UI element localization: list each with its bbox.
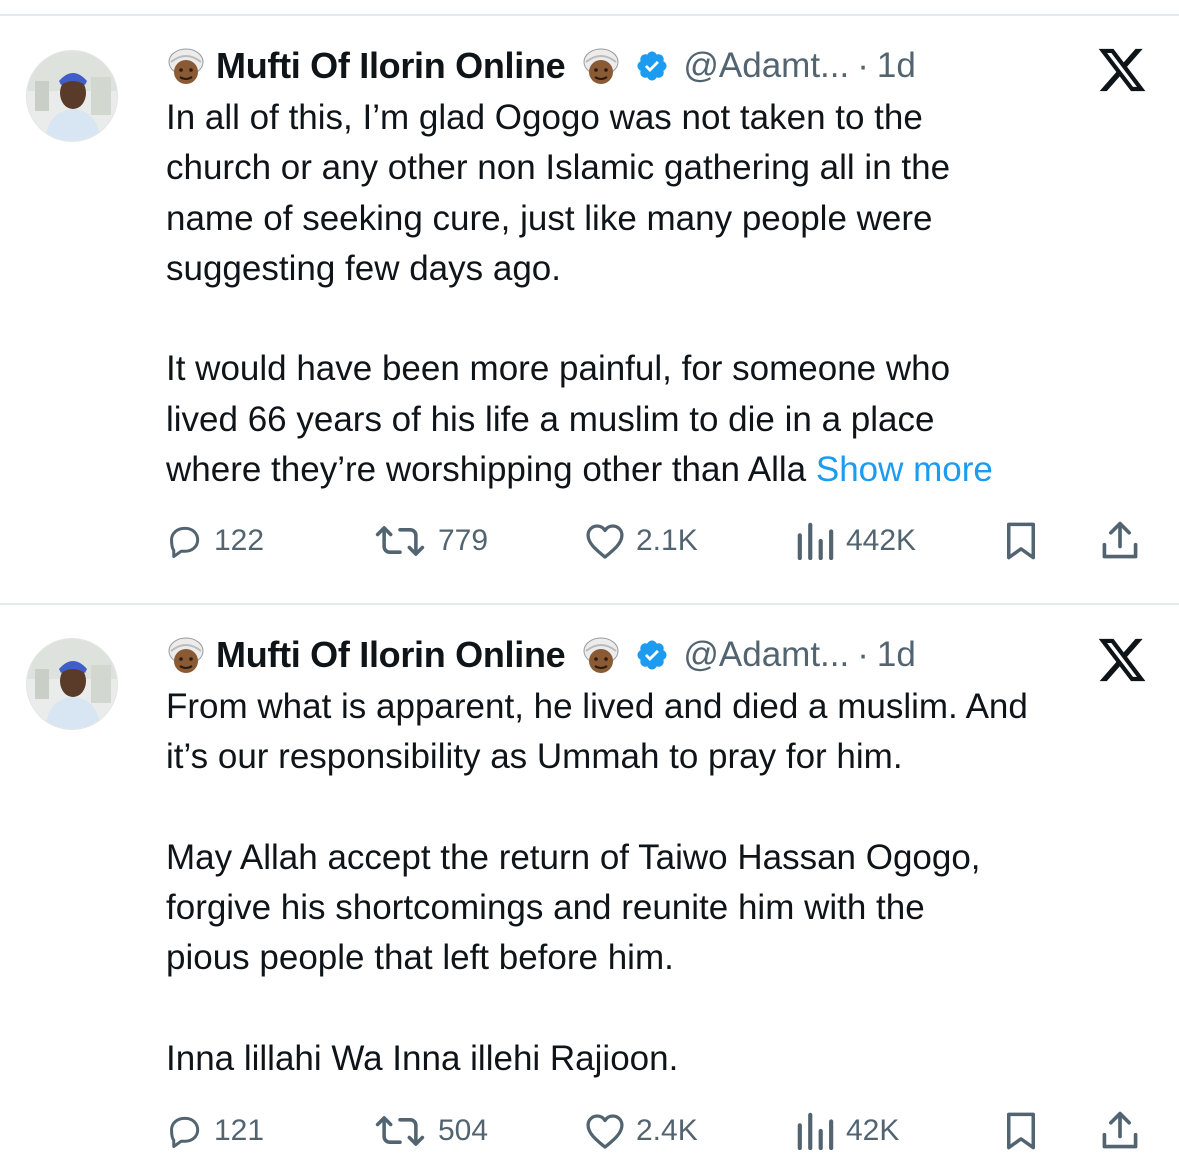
action-bar: 121 504 2.4K 42K [166,1106,1156,1156]
bookmark-button[interactable] [1000,516,1042,566]
tweet-line: suggesting few days ago. [166,248,561,288]
bookmark-icon [1007,1112,1035,1150]
tweet-divider [0,603,1179,605]
verified-badge-icon [635,49,669,83]
tweet-line: it’s our responsibility as Ummah to pray… [166,737,903,777]
tweet-line: Inna lillahi Wa Inna illehi Rajioon. [166,1039,679,1079]
share-icon [1102,521,1138,559]
share-icon [1102,1111,1138,1149]
handle[interactable]: @Adamt... [683,635,849,675]
turban-emoji-icon [581,46,621,86]
turban-emoji-icon [166,46,206,86]
x-logo-icon [1096,44,1148,96]
like-count: 2.1K [636,524,698,557]
tweet-line: forgive his shortcomings and reunite him… [166,888,925,928]
turban-emoji-icon [581,635,621,675]
views-icon [797,1112,834,1150]
reply-count: 121 [214,1114,265,1147]
tweet-line: lived 66 years of his life a muslim to d… [166,399,935,439]
tweet-line: pious people that left before him. [166,938,674,978]
bookmark-icon [1007,522,1035,560]
reply-button[interactable]: 122 [166,516,264,566]
reply-icon [170,1116,200,1149]
share-button[interactable] [1098,516,1142,566]
show-more-link[interactable]: Show more [816,450,993,489]
tweet-line: It would have been more painful, for som… [166,349,951,389]
separator: · [857,635,869,674]
display-name[interactable]: Mufti Of Ilorin Online [216,45,566,87]
turban-emoji-icon [166,635,206,675]
handle[interactable]: @Adamt... [683,46,849,86]
repost-count: 779 [438,524,489,557]
avatar[interactable] [26,50,118,142]
reply-icon [170,526,200,559]
tweet-header: Mufti Of Ilorin Online @Adamt... · 1d [166,630,916,680]
views-count: 442K [846,524,917,557]
separator: · [857,46,869,85]
x-logo-icon [1096,634,1148,686]
repost-count: 504 [438,1114,489,1147]
like-count: 2.4K [636,1114,698,1147]
views-button[interactable]: 442K [794,516,916,566]
tweet-line: name of seeking cure, just like many peo… [166,198,933,238]
tweet-line: May Allah accept the return of Taiwo Has… [166,837,981,877]
reply-button[interactable]: 121 [166,1106,264,1156]
verified-badge-icon [635,638,669,672]
repost-icon [375,526,425,556]
repost-button[interactable]: 504 [372,1106,488,1156]
views-icon [797,522,834,560]
reply-count: 122 [214,524,265,557]
repost-icon [375,1116,425,1146]
repost-button[interactable]: 779 [372,516,488,566]
top-divider [0,14,1179,16]
tweet-line: where they’re worshipping other than All… [166,450,807,490]
views-count: 42K [846,1114,900,1147]
avatar[interactable] [26,638,118,730]
like-button[interactable]: 2.4K [584,1106,698,1156]
like-button[interactable]: 2.1K [584,516,698,566]
like-icon [586,1114,624,1149]
timestamp[interactable]: 1d [877,46,916,86]
tweet-header: Mufti Of Ilorin Online @Adamt... · 1d [166,41,916,91]
timestamp[interactable]: 1d [877,635,916,675]
display-name[interactable]: Mufti Of Ilorin Online [216,634,566,676]
tweet-text: From what is apparent, he lived and died… [166,682,1166,1084]
tweet-text: In all of this, I’m glad Ogogo was not t… [166,93,1166,495]
tweet-line: From what is apparent, he lived and died… [166,687,1028,726]
tweet-line: church or any other non Islamic gatherin… [166,148,951,188]
like-icon [586,524,624,559]
tweet-line-last: where they’re worshipping other than All… [166,445,1166,495]
bookmark-button[interactable] [1000,1106,1042,1156]
action-bar: 122 779 2.1K 442K [166,516,1156,566]
views-button[interactable]: 42K [794,1106,899,1156]
tweet-line: In all of this, I’m glad Ogogo was not t… [166,98,923,137]
share-button[interactable] [1098,1106,1142,1156]
